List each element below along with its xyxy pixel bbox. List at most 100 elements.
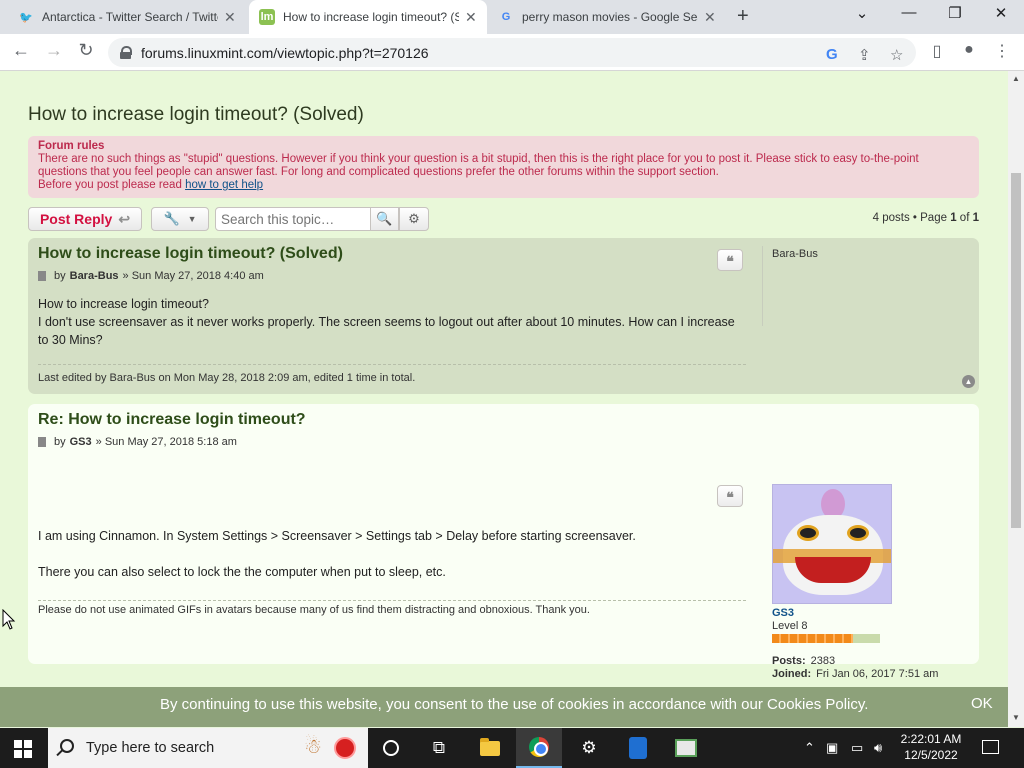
scrollbar-thumb[interactable] bbox=[1011, 173, 1021, 528]
post-icon[interactable] bbox=[38, 437, 46, 447]
search-icon: 🔍 bbox=[376, 211, 393, 226]
app-blue-icon[interactable] bbox=[615, 728, 661, 768]
search-button[interactable]: 🔍 bbox=[370, 207, 399, 231]
clock-time: 2:22:01 AM bbox=[900, 732, 962, 746]
vertical-scrollbar[interactable]: ▲ ▼ bbox=[1008, 71, 1024, 727]
minimize-icon[interactable]: — bbox=[897, 4, 921, 21]
cortana-icon[interactable] bbox=[368, 728, 414, 768]
rank-progress-fill bbox=[772, 634, 853, 643]
close-tab-icon[interactable]: ✕ bbox=[224, 9, 236, 26]
content-line: I don't use screensaver as it never work… bbox=[38, 315, 735, 347]
new-tab-button[interactable]: + bbox=[737, 5, 749, 28]
cookie-banner: By continuing to use this website, you c… bbox=[0, 687, 1008, 727]
forum-rules-help: Before you post please read how to get h… bbox=[38, 179, 969, 192]
reload-icon[interactable]: ↻ bbox=[74, 40, 98, 61]
quote-button[interactable]: ❝ bbox=[717, 249, 743, 271]
tab-title: Antarctica - Twitter Search / Twitter bbox=[42, 10, 218, 24]
topic-action-bar: Post Reply ↩ 🔧 ▼ 🔍 ⚙ 4 posts • Page 1 of… bbox=[28, 207, 979, 233]
author-name[interactable]: Bara-Bus bbox=[70, 270, 119, 282]
windows-start-icon[interactable] bbox=[14, 740, 32, 758]
ornament-icon bbox=[334, 737, 356, 759]
rank-progress-bar bbox=[772, 634, 880, 643]
post-icon[interactable] bbox=[38, 271, 46, 281]
post-title[interactable]: Re: How to increase login timeout? bbox=[38, 411, 306, 429]
avatar-eye-left bbox=[797, 525, 819, 541]
tab-linuxmint[interactable]: lm How to increase login timeout? (Solve… bbox=[249, 0, 487, 34]
page-of: of bbox=[959, 212, 970, 224]
signature-divider bbox=[38, 600, 746, 601]
back-icon[interactable]: ← bbox=[9, 40, 33, 61]
post-reply-button[interactable]: Post Reply ↩ bbox=[28, 207, 142, 231]
author-name[interactable]: GS3 bbox=[70, 436, 92, 448]
topic-title[interactable]: How to increase login timeout? (Solved) bbox=[28, 104, 364, 126]
menu-dots-icon[interactable]: ⋮ bbox=[991, 41, 1013, 61]
tab-twitter[interactable]: 🐦 Antarctica - Twitter Search / Twitter … bbox=[8, 0, 248, 34]
scroll-down-icon[interactable]: ▼ bbox=[1012, 713, 1020, 722]
lock-icon[interactable] bbox=[120, 46, 132, 59]
search-icon bbox=[60, 739, 74, 753]
close-window-icon[interactable]: ✕ bbox=[989, 4, 1013, 22]
post-title[interactable]: How to increase login timeout? (Solved) bbox=[38, 245, 343, 263]
help-prefix: Before you post please read bbox=[38, 179, 182, 191]
close-tab-icon[interactable]: ✕ bbox=[704, 9, 716, 26]
forum-rules-title: Forum rules bbox=[38, 140, 105, 152]
chevron-up-icon[interactable]: ⌃ bbox=[804, 740, 815, 756]
wrench-icon: 🔧 bbox=[163, 211, 180, 226]
forum-rules-text: There are no such things as "stupid" que… bbox=[38, 153, 919, 178]
post-2: Re: How to increase login timeout? by GS… bbox=[28, 404, 979, 680]
advanced-search-button[interactable]: ⚙ bbox=[399, 207, 429, 231]
restore-icon[interactable]: ❐ bbox=[943, 4, 967, 22]
app-green-icon[interactable] bbox=[663, 728, 709, 768]
task-view-icon[interactable]: ⧉ bbox=[416, 728, 462, 768]
avatar[interactable] bbox=[772, 484, 892, 604]
by-label: by bbox=[54, 270, 66, 282]
profile-icon[interactable]: ● bbox=[958, 41, 980, 59]
search-topic-input[interactable] bbox=[215, 207, 371, 231]
address-bar[interactable]: forums.linuxmint.com/viewtopic.php?t=270… bbox=[108, 38, 916, 67]
profile-username[interactable]: Bara-Bus bbox=[772, 248, 818, 260]
windows-taskbar: Type here to search ☃ ⧉ ⚙ ⌃ ▣ ▭ 🔊︎ 2:22:… bbox=[0, 728, 1024, 768]
profile-joined: Joined: Fri Jan 06, 2017 7:51 am bbox=[772, 668, 938, 680]
url-text[interactable]: forums.linuxmint.com/viewtopic.php?t=270… bbox=[141, 45, 429, 61]
post-divider bbox=[38, 364, 746, 365]
side-panel-icon[interactable]: ▯ bbox=[926, 41, 948, 61]
close-tab-icon[interactable]: ✕ bbox=[465, 9, 477, 26]
post-author-line: by Bara-Bus » Sun May 27, 2018 4:40 am bbox=[38, 270, 264, 282]
settings-gear-icon[interactable]: ⚙ bbox=[566, 728, 612, 768]
content-line: How to increase login timeout? bbox=[38, 297, 209, 311]
taskbar-clock[interactable]: 2:22:01 AM 12/5/2022 bbox=[896, 731, 966, 763]
taskbar-search-box[interactable]: Type here to search ☃ bbox=[48, 728, 368, 768]
network-icon[interactable]: ▭ bbox=[851, 740, 863, 756]
tab-search-icon[interactable]: ⌄ bbox=[850, 4, 874, 22]
page-current: 1 bbox=[950, 212, 957, 224]
posts-count: 4 posts bbox=[872, 212, 910, 224]
address-toolbar: ← → ↻ forums.linuxmint.com/viewtopic.php… bbox=[0, 34, 1024, 71]
forward-icon[interactable]: → bbox=[42, 40, 66, 61]
action-center-app-icon[interactable]: ▣ bbox=[826, 740, 838, 756]
file-explorer-icon[interactable] bbox=[467, 728, 513, 768]
back-to-top-icon[interactable]: ▲ bbox=[962, 375, 975, 388]
page-label: Page bbox=[920, 212, 947, 224]
profile-username[interactable]: GS3 bbox=[772, 607, 794, 619]
page-total: 1 bbox=[972, 212, 979, 224]
tab-google[interactable]: G perry mason movies - Google Search ✕ bbox=[488, 0, 728, 34]
browser-tab-bar: 🐦 Antarctica - Twitter Search / Twitter … bbox=[0, 0, 1024, 34]
signature: Please do not use animated GIFs in avata… bbox=[38, 604, 590, 616]
quote-button[interactable]: ❝ bbox=[717, 485, 743, 507]
share-icon[interactable]: ⇪ bbox=[858, 46, 871, 64]
cookie-ok-button[interactable]: OK bbox=[971, 695, 993, 712]
how-to-get-help-link[interactable]: how to get help bbox=[185, 179, 263, 191]
post-reply-label: Post Reply bbox=[39, 211, 113, 227]
posts-value[interactable]: 2383 bbox=[811, 655, 835, 667]
google-translate-icon[interactable]: G bbox=[826, 46, 838, 63]
scroll-up-icon[interactable]: ▲ bbox=[1012, 74, 1020, 83]
volume-icon[interactable]: 🔊︎ bbox=[874, 740, 882, 756]
tab-title: perry mason movies - Google Search bbox=[522, 10, 698, 24]
topic-tools-button[interactable]: 🔧 ▼ bbox=[151, 207, 209, 231]
chrome-taskbar-icon[interactable] bbox=[516, 728, 562, 768]
notification-icon[interactable] bbox=[982, 740, 999, 754]
posts-label: Posts: bbox=[772, 655, 806, 667]
profile-rank: Level 8 bbox=[772, 620, 808, 632]
post-content: How to increase login timeout? I don't u… bbox=[38, 295, 738, 349]
bookmark-star-icon[interactable]: ☆ bbox=[890, 46, 903, 64]
